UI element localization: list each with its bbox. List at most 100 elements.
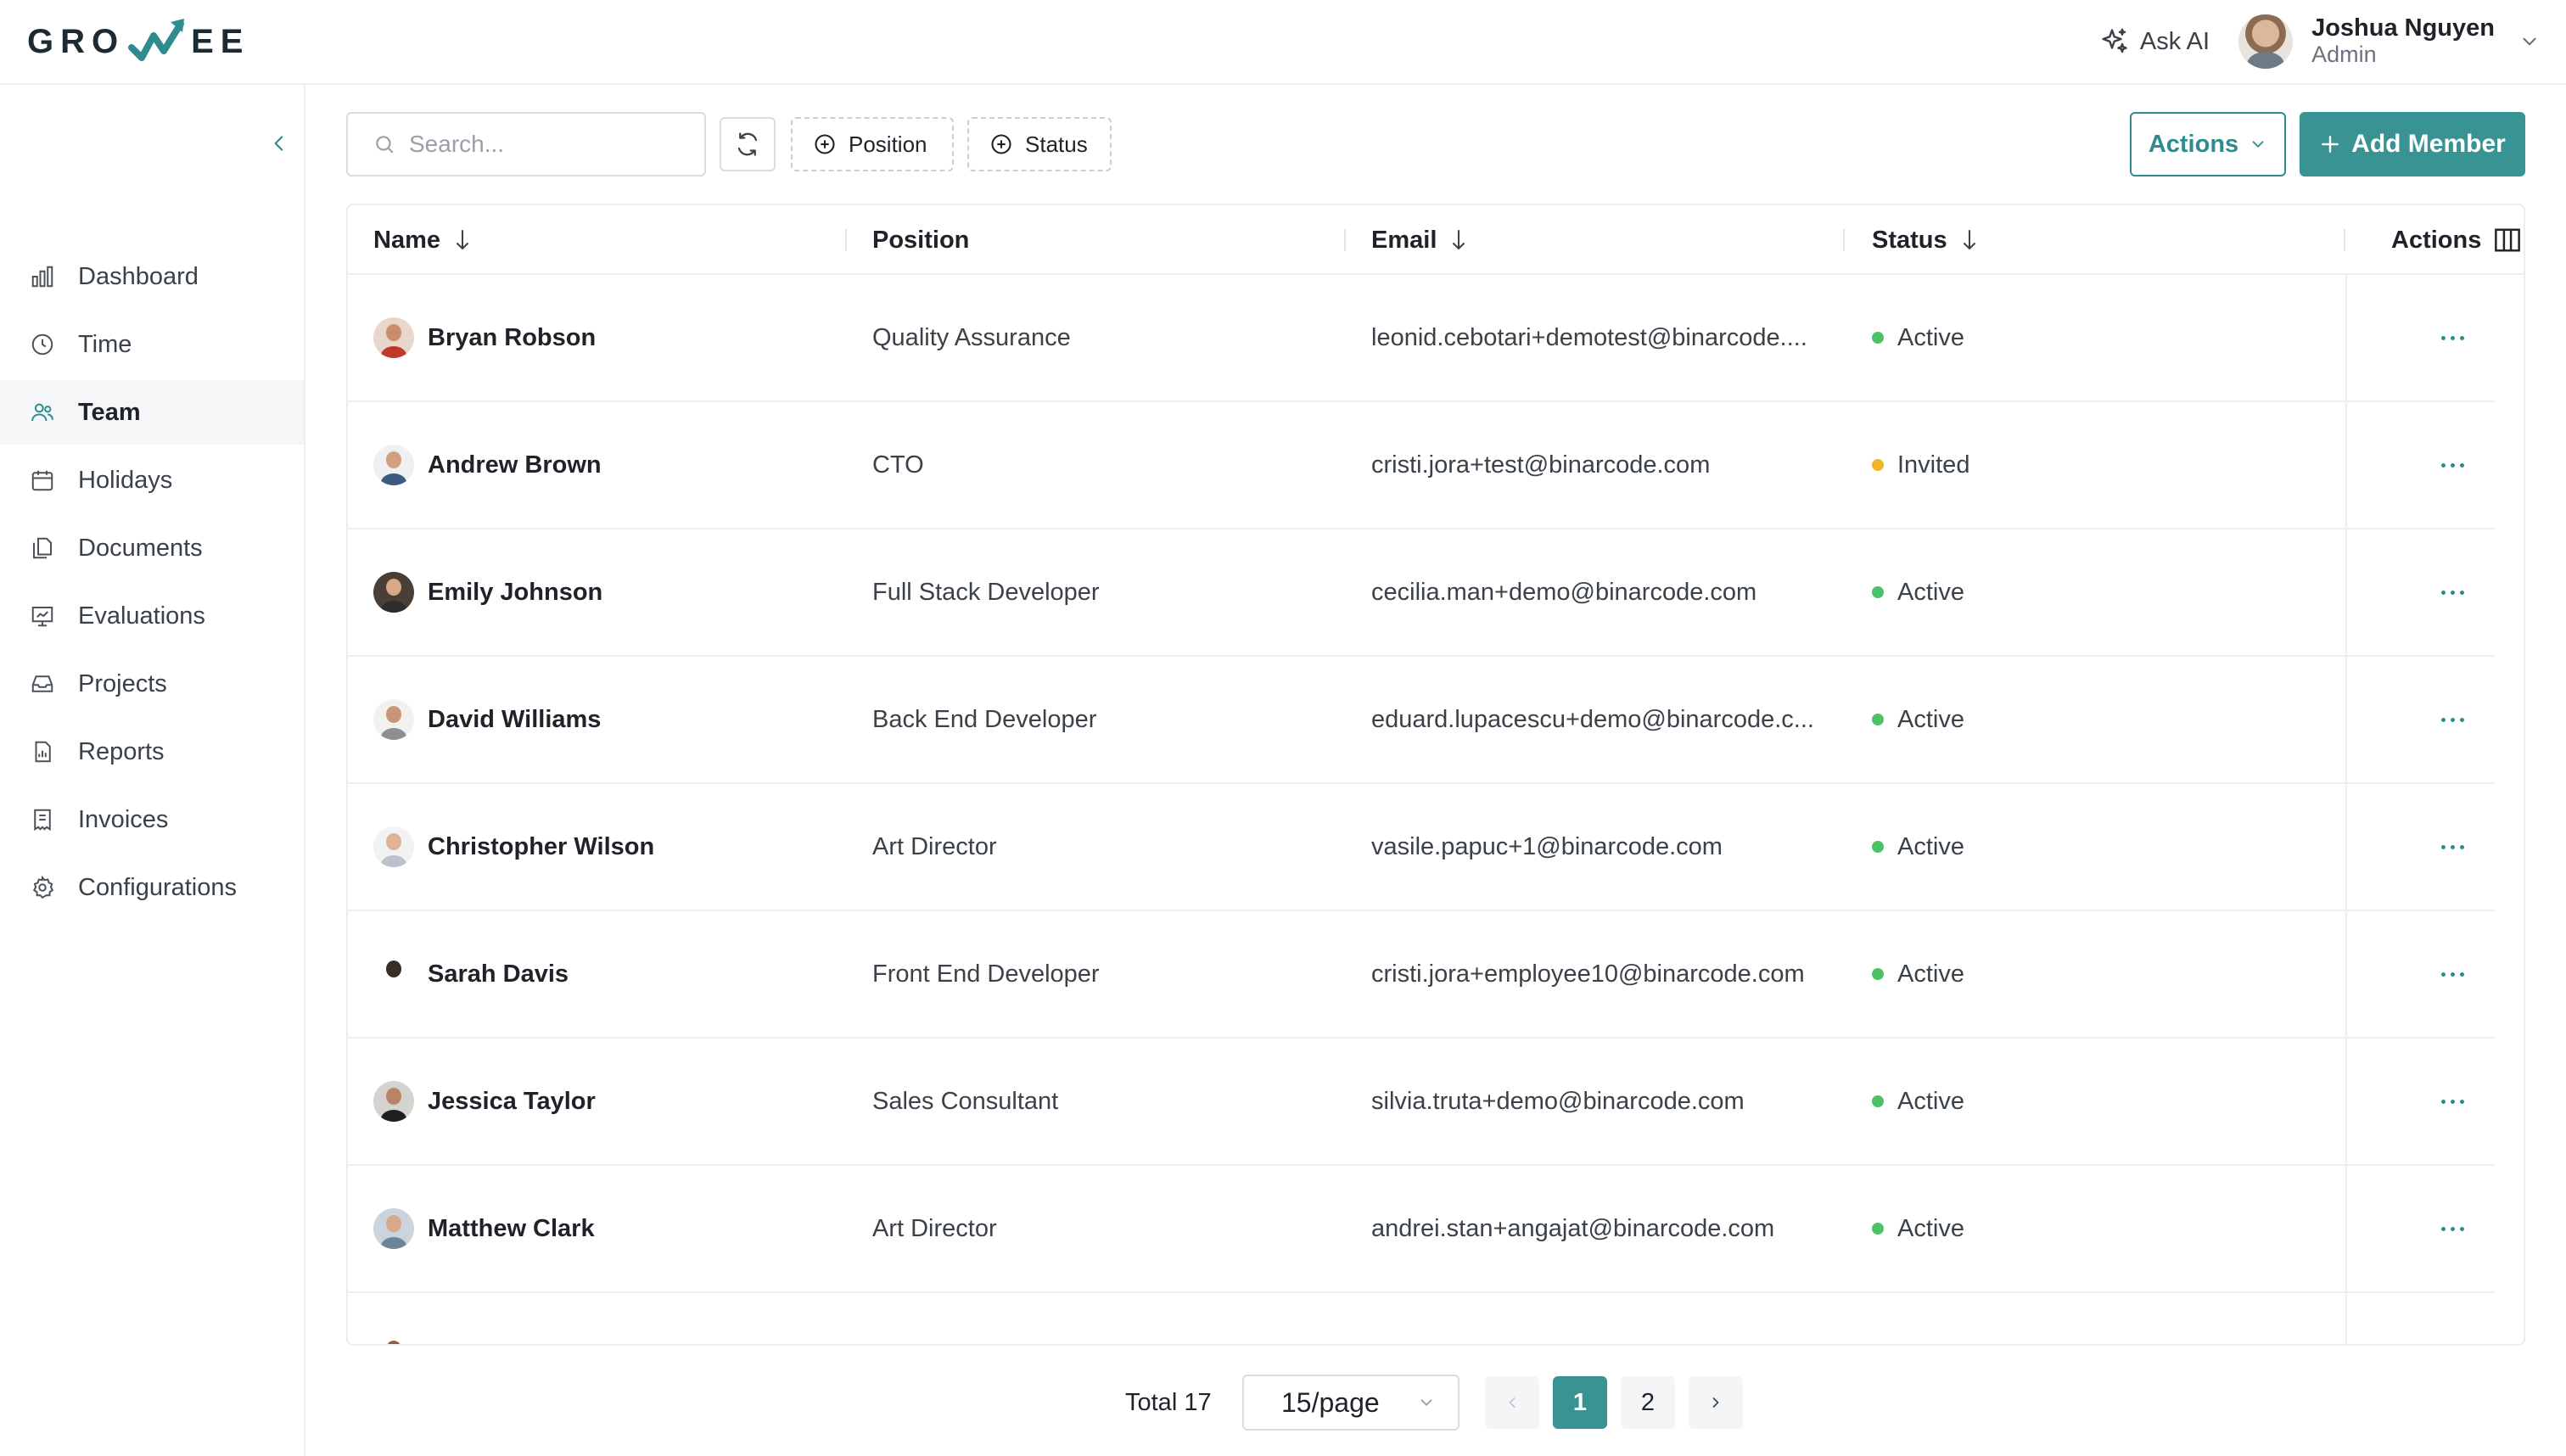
more-options-icon[interactable] — [2440, 717, 2464, 722]
column-header-position[interactable]: Position — [872, 205, 969, 275]
member-name-cell[interactable] — [373, 1293, 832, 1344]
column-divider[interactable] — [1344, 229, 1346, 251]
user-info[interactable]: Joshua Nguyen Admin — [2311, 14, 2495, 68]
member-name: Sarah Davis — [428, 960, 569, 988]
actions-dropdown-label: Actions — [2148, 130, 2239, 158]
collapse-sidebar-icon[interactable] — [268, 132, 290, 154]
sidebar-item-reports[interactable]: Reports — [0, 720, 304, 784]
row-actions-cell — [2410, 402, 2495, 528]
column-divider[interactable] — [1843, 229, 1845, 251]
more-options-icon[interactable] — [2440, 1099, 2464, 1104]
member-position: Sales Consultant — [872, 1087, 1059, 1115]
more-options-icon[interactable] — [2440, 1226, 2464, 1231]
sidebar-item-dashboard[interactable]: Dashboard — [0, 244, 304, 309]
column-header-status[interactable]: Status — [1872, 205, 1980, 275]
member-name-cell[interactable]: Sarah Davis — [373, 911, 832, 1037]
more-options-icon[interactable] — [2440, 462, 2464, 468]
sidebar-item-documents[interactable]: Documents — [0, 516, 304, 580]
more-options-icon[interactable] — [2440, 335, 2464, 340]
member-name-cell[interactable]: Bryan Robson — [373, 275, 832, 400]
growee-logo[interactable]: GRO EE — [27, 17, 249, 66]
status-dot — [1872, 1223, 1884, 1235]
sidebar-item-projects[interactable]: Projects — [0, 652, 304, 716]
sidebar-item-time[interactable]: Time — [0, 312, 304, 377]
table-row[interactable]: Christopher Wilson Art Director vasile.p… — [348, 784, 2495, 911]
column-header-actions: Actions — [2391, 205, 2522, 275]
sort-arrow-down-icon[interactable] — [452, 228, 473, 252]
member-name: Jessica Taylor — [428, 1087, 596, 1115]
more-options-icon[interactable] — [2440, 972, 2464, 977]
avatar — [373, 445, 414, 485]
page-button-2[interactable]: 2 — [1621, 1376, 1675, 1429]
table-row[interactable]: Andrew Brown CTO cristi.jora+test@binarc… — [348, 402, 2495, 529]
table-row[interactable]: Emily Johnson Full Stack Developer cecil… — [348, 529, 2495, 657]
table-row[interactable]: Sarah Davis Front End Developer cristi.j… — [348, 911, 2495, 1039]
logo-text-left: GRO — [27, 22, 126, 60]
table-row[interactable]: Bryan Robson Quality Assurance leonid.ce… — [348, 275, 2495, 402]
avatar — [373, 1208, 414, 1249]
sidebar-item-label: Projects — [78, 669, 167, 697]
calendar-icon — [29, 467, 56, 494]
sidebar-item-label: Time — [78, 330, 132, 358]
avatar — [373, 1081, 414, 1122]
sidebar-item-team[interactable]: Team — [0, 380, 304, 445]
member-name-cell[interactable]: Matthew Clark — [373, 1166, 832, 1291]
sidebar-item-label: Dashboard — [78, 262, 199, 290]
sidebar-item-evaluations[interactable]: Evaluations — [0, 584, 304, 648]
add-member-button[interactable]: Add Member — [2300, 112, 2525, 176]
search-icon — [376, 136, 394, 154]
refresh-button[interactable] — [720, 117, 776, 171]
sidebar-item-invoices[interactable]: Invoices — [0, 787, 304, 852]
sidebar-item-holidays[interactable]: Holidays — [0, 448, 304, 512]
sidebar-item-configurations[interactable]: Configurations — [0, 855, 304, 920]
next-page-button[interactable] — [1689, 1376, 1743, 1429]
search-input[interactable] — [409, 131, 681, 158]
member-name-cell[interactable]: Andrew Brown — [373, 402, 832, 528]
member-name-cell[interactable]: Emily Johnson — [373, 529, 832, 655]
column-label: Email — [1371, 226, 1437, 254]
sidebar-item-label: Team — [78, 398, 141, 426]
chevron-down-icon[interactable] — [2518, 31, 2541, 53]
table-row[interactable]: Matthew Clark Art Director andrei.stan+a… — [348, 1166, 2495, 1293]
page-button-1[interactable]: 1 — [1553, 1376, 1607, 1429]
member-email: silvia.truta+demo@binarcode.com — [1371, 1087, 1745, 1115]
page-size-select[interactable]: 15/page — [1242, 1375, 1459, 1431]
ask-ai-button[interactable]: Ask AI — [2099, 26, 2210, 57]
user-avatar[interactable] — [2238, 14, 2294, 69]
sort-arrow-down-icon[interactable] — [1448, 228, 1469, 252]
member-position: Art Director — [872, 832, 997, 860]
status-dot — [1872, 968, 1884, 980]
logo-text-right: EE — [191, 22, 250, 60]
status-dot — [1872, 1095, 1884, 1107]
table-row[interactable]: Jessica Taylor Sales Consultant silvia.t… — [348, 1039, 2495, 1166]
user-role: Admin — [2311, 42, 2377, 68]
table-row[interactable]: David Williams Back End Developer eduard… — [348, 657, 2495, 784]
status-filter-button[interactable]: Status — [967, 117, 1112, 171]
actions-dropdown-button[interactable]: Actions — [2130, 112, 2286, 176]
member-name: Bryan Robson — [428, 323, 597, 351]
member-name-cell[interactable]: David Williams — [373, 657, 832, 782]
columns-toggle-icon[interactable] — [2493, 227, 2522, 253]
member-email: cristi.jora+employee10@binarcode.com — [1371, 960, 1805, 988]
search-box[interactable] — [346, 112, 706, 176]
previous-page-button[interactable] — [1485, 1376, 1539, 1429]
column-header-email[interactable]: Email — [1371, 205, 1469, 275]
sidebar: Dashboard Time Team Holidays Documents E… — [0, 85, 305, 1456]
total-count: Total 17 — [1125, 1388, 1212, 1416]
sidebar-item-label: Reports — [78, 737, 165, 765]
member-name-cell[interactable]: Christopher Wilson — [373, 784, 832, 910]
member-name-cell[interactable]: Jessica Taylor — [373, 1039, 832, 1164]
position-filter-button[interactable]: Position — [791, 117, 954, 171]
table-row[interactable] — [348, 1293, 2495, 1344]
sort-arrow-down-icon[interactable] — [1959, 228, 1980, 252]
chevron-down-icon — [1420, 1399, 1432, 1407]
position-filter-label: Position — [849, 131, 927, 157]
column-divider[interactable] — [845, 229, 847, 251]
sidebar-item-label: Invoices — [78, 805, 169, 833]
row-actions-cell — [2410, 275, 2495, 400]
more-options-icon[interactable] — [2440, 844, 2464, 849]
more-options-icon[interactable] — [2440, 590, 2464, 595]
status-label: Active — [1897, 1214, 1964, 1242]
column-divider[interactable] — [2344, 229, 2345, 251]
column-header-name[interactable]: Name — [373, 205, 473, 275]
